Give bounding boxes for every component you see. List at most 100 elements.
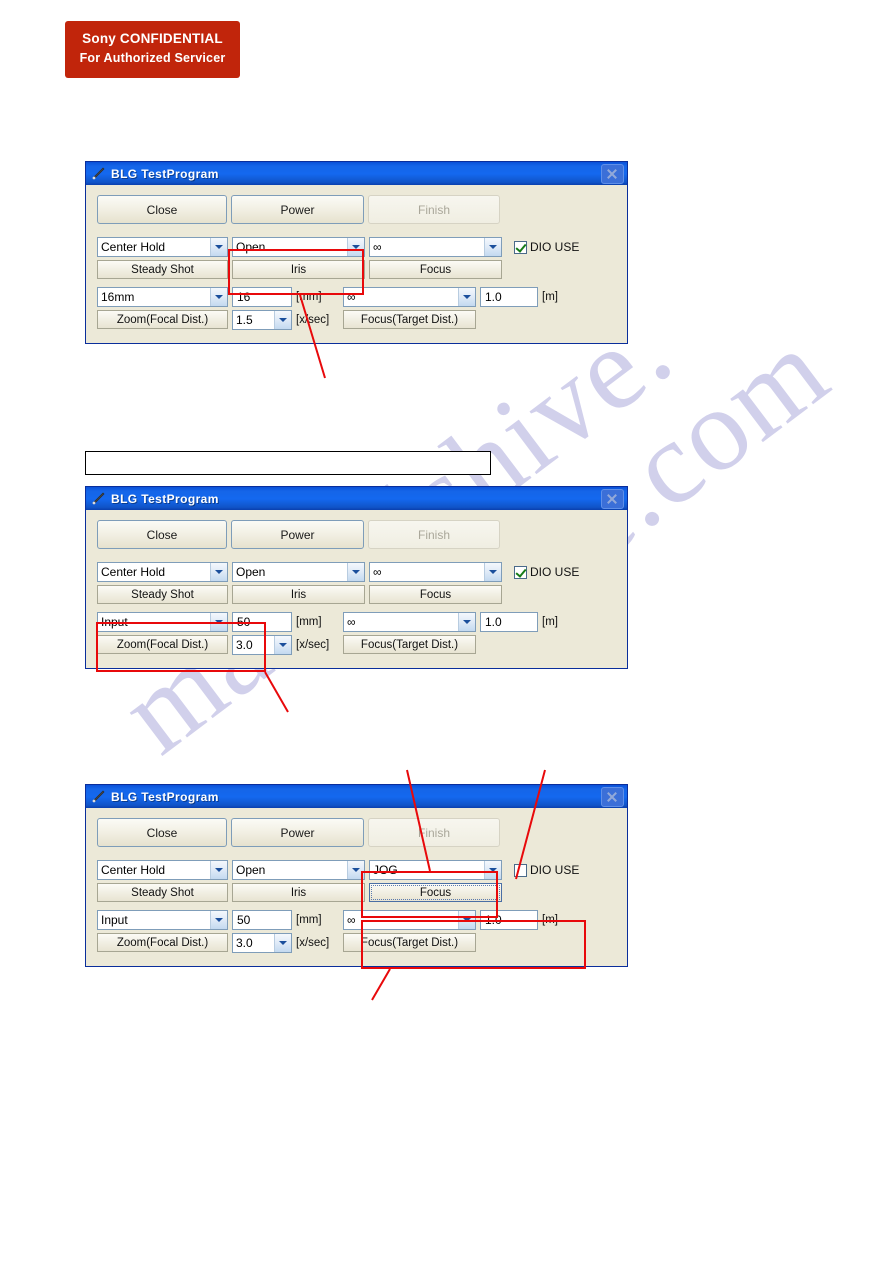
chevron-down-icon[interactable] [484,238,501,256]
focus-group: ∞ Focus [369,562,502,604]
zoom-value-input[interactable]: 50 [232,910,292,930]
power-button[interactable]: Power [231,520,364,549]
chevron-down-icon[interactable] [347,563,364,581]
close-button[interactable]: Close [97,195,227,224]
iris-button[interactable]: Iris [232,260,365,279]
chevron-down-icon[interactable] [210,911,227,929]
app-icon [91,491,106,506]
power-button[interactable]: Power [231,195,364,224]
iris-combo-value: Open [236,863,266,877]
chevron-down-icon[interactable] [458,911,475,929]
zoom-focal-group: Input Zoom(Focal Dist.) [97,612,228,654]
chevron-down-icon[interactable] [210,861,227,879]
blg-testprogram-window-2: BLG TestProgram Close Power Finish Cente… [85,486,628,669]
window-title: BLG TestProgram [111,491,219,506]
iris-combo[interactable]: Open [232,860,365,880]
close-button[interactable]: Close [97,520,227,549]
focus-combo[interactable]: ∞ [369,237,502,257]
chevron-down-icon[interactable] [458,288,475,306]
dio-use-checkbox-group[interactable]: DIO USE [514,860,579,880]
chevron-down-icon[interactable] [484,563,501,581]
steady-shot-combo[interactable]: Center Hold [97,860,228,880]
zoom-unit-xsec: [x/sec] [296,314,330,326]
zoom-value-input[interactable]: 50 [232,612,292,632]
chevron-down-icon[interactable] [458,613,475,631]
zoom-focal-dist-button[interactable]: Zoom(Focal Dist.) [97,635,228,654]
focus-target-combo[interactable]: ∞ [343,910,476,930]
chevron-down-icon[interactable] [274,934,291,952]
dio-use-checkbox[interactable] [514,240,527,254]
focus-value-input[interactable]: 1.0 [480,612,538,632]
title-bar[interactable]: BLG TestProgram [86,785,627,808]
chevron-down-icon[interactable] [484,861,501,879]
chevron-down-icon[interactable] [210,563,227,581]
steady-shot-combo[interactable]: Center Hold [97,562,228,582]
iris-group: Open Iris [232,237,365,279]
title-bar[interactable]: BLG TestProgram [86,162,627,185]
iris-combo-value: Open [236,240,266,254]
iris-button[interactable]: Iris [232,585,365,604]
dio-use-label: DIO USE [530,863,580,877]
steady-shot-combo[interactable]: Center Hold [97,237,228,257]
iris-combo[interactable]: Open [232,562,365,582]
chevron-down-icon[interactable] [210,288,227,306]
focus-combo[interactable]: ∞ [369,562,502,582]
iris-button[interactable]: Iris [232,883,365,902]
zoom-speed-combo-value: 1.5 [236,313,253,327]
note-text-box[interactable] [85,451,491,475]
finish-button: Finish [368,818,500,847]
zoom-speed-combo[interactable]: 3.0 [232,933,292,953]
zoom-units-group: [mm] [x/sec] [292,612,340,655]
focus-target-combo-value: ∞ [347,615,356,629]
focus-target-dist-button[interactable]: Focus(Target Dist.) [343,635,476,654]
steady-shot-button[interactable]: Steady Shot [97,260,228,279]
focus-target-dist-button[interactable]: Focus(Target Dist.) [343,310,476,329]
chevron-down-icon[interactable] [274,636,291,654]
zoom-mode-combo-value: 16mm [101,290,135,304]
focus-button[interactable]: Focus [369,883,502,902]
close-icon[interactable] [601,163,624,184]
focus-target-combo[interactable]: ∞ [343,287,476,307]
focus-value-input[interactable]: 1.0 [480,910,538,930]
zoom-mode-combo[interactable]: 16mm [97,287,228,307]
steady-shot-button[interactable]: Steady Shot [97,883,228,902]
focus-button[interactable]: Focus [369,260,502,279]
app-icon [91,166,106,181]
power-button[interactable]: Power [231,818,364,847]
chevron-down-icon[interactable] [347,861,364,879]
zoom-value-input[interactable]: 16 [232,287,292,307]
title-bar[interactable]: BLG TestProgram [86,487,627,510]
top-button-row: Close Power Finish [97,520,616,549]
chevron-down-icon[interactable] [274,311,291,329]
zoom-speed-combo[interactable]: 1.5 [232,310,292,330]
chevron-down-icon[interactable] [210,238,227,256]
steady-shot-combo-value: Center Hold [101,240,166,254]
zoom-focal-dist-button[interactable]: Zoom(Focal Dist.) [97,310,228,329]
close-icon[interactable] [601,786,624,807]
focus-value-input[interactable]: 1.0 [480,287,538,307]
focus-button[interactable]: Focus [369,585,502,604]
iris-group: Open Iris [232,562,365,604]
close-icon[interactable] [601,488,624,509]
top-button-row: Close Power Finish [97,195,616,224]
control-row-2: Input Zoom(Focal Dist.) 50 3.0 [mm] [x/s… [97,612,616,655]
dio-use-checkbox[interactable] [514,863,527,877]
zoom-mode-combo[interactable]: Input [97,612,228,632]
chevron-down-icon[interactable] [347,238,364,256]
zoom-focal-dist-button[interactable]: Zoom(Focal Dist.) [97,933,228,952]
iris-combo[interactable]: Open [232,237,365,257]
focus-combo-value: JOG [373,863,398,877]
zoom-mode-combo[interactable]: Input [97,910,228,930]
close-button[interactable]: Close [97,818,227,847]
focus-target-dist-button[interactable]: Focus(Target Dist.) [343,933,476,952]
dio-use-checkbox-group[interactable]: DIO USE [514,237,579,257]
zoom-speed-combo[interactable]: 3.0 [232,635,292,655]
control-row-1: Center Hold Steady Shot Open Iris JOG Fo… [97,860,616,902]
dio-use-checkbox[interactable] [514,565,527,579]
steady-shot-button[interactable]: Steady Shot [97,585,228,604]
focus-combo[interactable]: JOG [369,860,502,880]
focus-target-combo[interactable]: ∞ [343,612,476,632]
chevron-down-icon[interactable] [210,613,227,631]
focus-units-group: [m] [538,612,558,632]
dio-use-checkbox-group[interactable]: DIO USE [514,562,579,582]
